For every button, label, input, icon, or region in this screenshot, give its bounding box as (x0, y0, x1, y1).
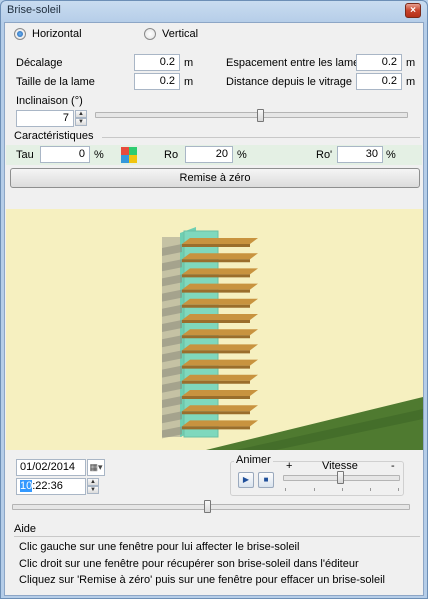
slat (182, 314, 258, 320)
play-button[interactable]: ▶ (238, 472, 254, 488)
ro-input[interactable]: 20 (185, 146, 233, 163)
help-line-3: Cliquez sur 'Remise à zéro' puis sur une… (19, 574, 385, 586)
time-hour-selected: 10 (20, 480, 33, 492)
horizontal-radio-label[interactable]: Horizontal (32, 28, 82, 40)
inclinaison-input[interactable]: 7 (16, 110, 74, 127)
stop-button[interactable]: ■ (258, 472, 274, 488)
slat (182, 283, 258, 290)
time-up-icon[interactable]: ▲ (87, 478, 99, 486)
slat-edge (182, 259, 250, 263)
inclinaison-label: Inclinaison (°) (16, 95, 83, 107)
speed-tick (285, 488, 286, 491)
inclinaison-spinner[interactable]: ▲ ▼ (75, 110, 87, 127)
horizontal-radio[interactable] (14, 28, 26, 40)
title-bar[interactable]: Brise-soleil × (1, 1, 427, 21)
play-icon: ▶ (242, 475, 250, 484)
slat (182, 344, 258, 351)
slat (182, 405, 258, 412)
slat-edge (182, 244, 250, 247)
spinner-up-icon[interactable]: ▲ (75, 110, 87, 118)
speed-tick (342, 488, 343, 491)
taille-unit: m (184, 76, 194, 88)
ro-unit: % (237, 149, 247, 161)
vertical-radio-label[interactable]: Vertical (162, 28, 198, 40)
ro-prime-input[interactable]: 30 (337, 146, 383, 163)
time-rest: :22:36 (32, 480, 63, 492)
time-input[interactable]: 10:22:36 (16, 478, 86, 495)
time-down-icon[interactable]: ▼ (87, 486, 99, 494)
animate-heading: Animer (234, 454, 273, 466)
help-divider (14, 536, 420, 537)
ro-prime-label: Ro' (316, 149, 333, 161)
slat-edge (182, 350, 250, 354)
slat (182, 359, 258, 366)
3d-preview-viewport[interactable] (6, 209, 423, 450)
slat-edge (182, 411, 250, 415)
time-slider-thumb[interactable] (203, 500, 211, 513)
slat (182, 329, 258, 336)
slat (182, 268, 258, 275)
speed-tick (370, 488, 371, 491)
client-area: Horizontal Vertical Décalage 0.2 m Taill… (4, 22, 424, 596)
speed-tick (398, 488, 399, 491)
brise-soleil-window: Brise-soleil × Horizontal Vertical Décal… (0, 0, 428, 599)
slat-edge (182, 426, 250, 430)
slat (182, 374, 258, 381)
distance-input[interactable]: 0.2 (356, 73, 402, 90)
speed-tick (314, 488, 315, 491)
window-title: Brise-soleil (7, 4, 61, 16)
tau-input[interactable]: 0 (40, 146, 90, 163)
espacement-label: Espacement entre les lames (226, 57, 365, 69)
date-input[interactable]: 01/02/2014 (16, 459, 86, 476)
spinner-down-icon[interactable]: ▼ (75, 118, 87, 126)
slat (182, 390, 258, 396)
help-heading: Aide (14, 523, 37, 535)
reset-button[interactable]: Remise à zéro (10, 168, 420, 188)
slat (182, 298, 258, 305)
slat (182, 238, 258, 244)
distance-unit: m (406, 76, 416, 88)
slat (182, 420, 258, 427)
slat-edge (182, 380, 250, 384)
distance-label: Distance depuis le vitrage (226, 76, 352, 88)
taille-label: Taille de la lame (16, 76, 95, 88)
inclinaison-slider-thumb[interactable] (257, 109, 265, 122)
slat-edge (182, 320, 250, 323)
sun-shade-scene (6, 209, 423, 450)
slat-edge (182, 365, 250, 369)
color-palette-icon[interactable] (121, 147, 137, 163)
ro-prime-unit: % (386, 149, 396, 161)
speed-slider-thumb[interactable] (336, 471, 344, 484)
taille-input[interactable]: 0.2 (134, 73, 180, 90)
vertical-radio[interactable] (144, 28, 156, 40)
espacement-input[interactable]: 0.2 (356, 54, 402, 71)
help-line-2: Clic droit sur une fenêtre pour récupére… (19, 558, 359, 570)
slat-edge (182, 304, 250, 308)
slat-edge (182, 289, 250, 293)
time-slider-track[interactable] (12, 504, 410, 510)
slat-edge (182, 396, 250, 399)
speed-plus-label: + (286, 460, 293, 472)
slat (182, 253, 258, 260)
calendar-dropdown-icon[interactable]: ▦▾ (87, 459, 105, 476)
decalage-unit: m (184, 57, 194, 69)
tau-label: Tau (16, 149, 34, 161)
decalage-label: Décalage (16, 57, 63, 69)
close-button[interactable]: × (405, 3, 421, 18)
characteristics-heading: Caractéristiques (14, 130, 94, 142)
time-spinner[interactable]: ▲ ▼ (87, 478, 99, 495)
decalage-input[interactable]: 0.2 (134, 54, 180, 71)
help-line-1: Clic gauche sur une fenêtre pour lui aff… (19, 541, 300, 553)
inclinaison-slider-track[interactable] (95, 112, 408, 118)
characteristics-divider (102, 137, 420, 138)
ro-label: Ro (164, 149, 179, 161)
stop-icon: ■ (263, 475, 269, 484)
tau-unit: % (94, 149, 104, 161)
espacement-unit: m (406, 57, 416, 69)
slat-edge (182, 335, 250, 339)
speed-minus-label: - (391, 460, 395, 472)
slat-edge (182, 274, 250, 278)
